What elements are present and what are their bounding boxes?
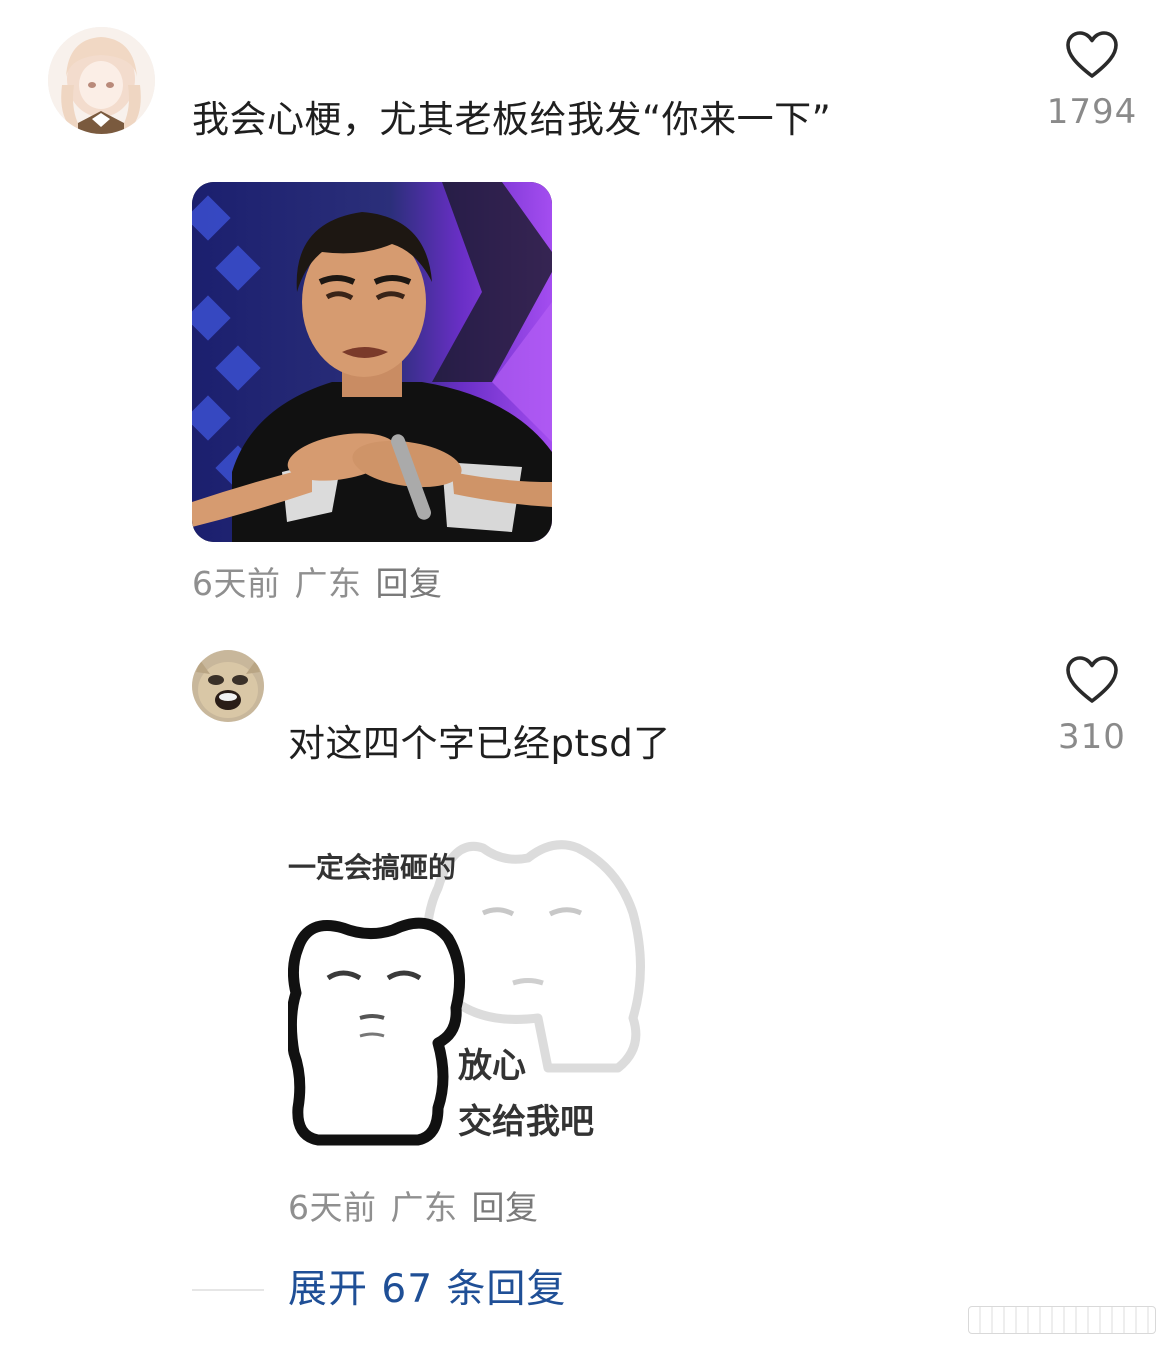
comment-image[interactable] [192,182,552,542]
comment-location: 广东 [390,1188,458,1227]
reply-button[interactable]: 回复 [376,564,443,603]
expand-replies-button[interactable]: 展开 67 条回复 [288,1266,566,1314]
comment-time: 6天前 [288,1188,377,1227]
scroll-indicator[interactable] [968,1306,1156,1334]
comment-location: 广东 [294,564,362,603]
comment-meta: 6天前 广东 回复 [288,1188,553,1228]
like-button[interactable]: 310 [1050,655,1134,757]
like-count: 1794 [1046,92,1138,132]
comment-text: 对这四个字已经ptsd了 [288,722,671,765]
comment-sticker[interactable]: 一定会搞砸的 放心 交给我吧 [288,818,648,1160]
comment-text: 我会心梗，尤其老板给我发“你来一下” [192,98,832,141]
comment-time: 6天前 [192,564,281,603]
heart-outline-icon [1065,655,1119,709]
sticker-line2: 交给我吧 [458,1102,594,1142]
expand-divider [192,1289,264,1291]
reply-button[interactable]: 回复 [472,1188,539,1227]
meme-crying-man-icon [192,182,552,542]
sticker-top-text: 一定会搞砸的 [288,851,457,884]
avatar[interactable] [48,27,155,134]
like-count: 310 [1058,717,1126,757]
avatar[interactable] [192,650,264,722]
sticker-line1: 放心 [458,1046,526,1086]
comment-meta: 6天前 广东 回复 [192,564,457,604]
like-button[interactable]: 1794 [1047,30,1136,132]
heart-outline-icon [1065,30,1119,84]
